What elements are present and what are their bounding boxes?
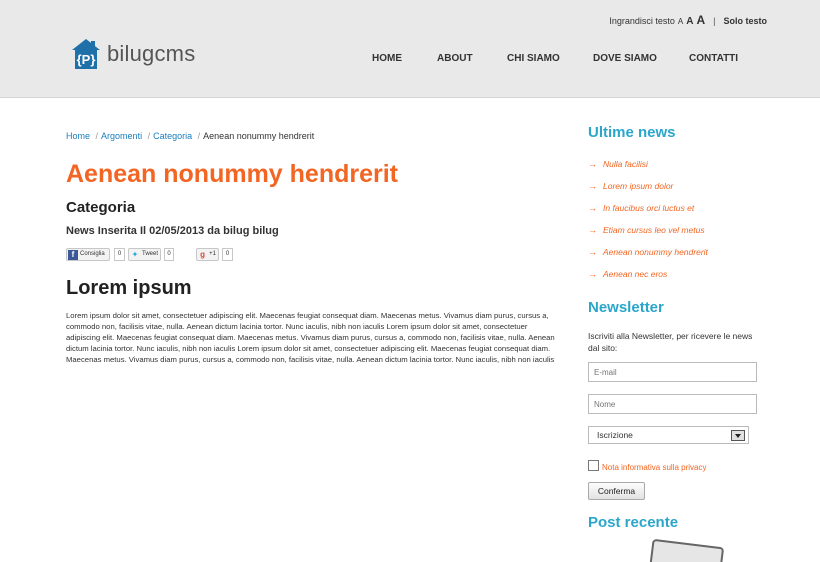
tweet-button[interactable]: ✦ Tweet xyxy=(128,248,161,261)
text-size-medium-button[interactable]: A xyxy=(686,16,693,27)
arrow-right-icon: → xyxy=(588,247,597,257)
breadcrumb-separator: / xyxy=(95,131,99,141)
article-meta: News Inserita Il 02/05/2013 da bilug bil… xyxy=(66,225,279,237)
news-item-label[interactable]: Nulla facilisi xyxy=(603,159,648,169)
privacy-checkbox[interactable] xyxy=(588,460,599,471)
site-header: Ingrandisci testo A A A | Solo testo {P}… xyxy=(0,0,820,98)
text-size-small-button[interactable]: A xyxy=(678,17,683,26)
text-size-large-button[interactable]: A xyxy=(696,13,705,27)
facebook-like-label: Consiglia xyxy=(80,251,105,257)
latest-news-list: → Nulla facilisi → Lorem ipsum dolor → In f… xyxy=(588,153,708,285)
article-title: Aenean nonummy hendrerit xyxy=(66,160,398,188)
breadcrumb-argomenti[interactable]: Argomenti xyxy=(101,131,142,141)
nav-about[interactable]: ABOUT xyxy=(437,53,473,64)
news-item-label[interactable]: Aenean nonummy hendrerit xyxy=(603,247,708,257)
arrow-right-icon: → xyxy=(588,181,597,191)
news-item-label[interactable]: Aenean nec eros xyxy=(603,269,667,279)
breadcrumb-current: Aenean nonummy hendrerit xyxy=(203,131,315,141)
nav-contatti[interactable]: CONTATTI xyxy=(689,53,738,64)
text-only-link[interactable]: Solo testo xyxy=(723,16,767,26)
newsletter-description: Iscriviti alla Newsletter, per ricevere … xyxy=(588,331,753,353)
recent-post-thumbnail[interactable] xyxy=(647,538,725,562)
nav-home[interactable]: HOME xyxy=(372,53,402,64)
arrow-right-icon: → xyxy=(588,269,597,279)
facebook-like-button[interactable]: f Consiglia xyxy=(66,248,110,261)
news-item[interactable]: → Aenean nec eros xyxy=(588,263,708,285)
house-logo-icon: {P} xyxy=(72,39,100,69)
confirm-button[interactable]: Conferma xyxy=(588,482,645,500)
google-plus-label: +1 xyxy=(209,251,216,257)
privacy-link[interactable]: Nota informativa sulla privacy xyxy=(602,463,706,472)
logo-text: bilugcms xyxy=(107,41,196,66)
subscription-select[interactable]: Iscrizione xyxy=(588,426,749,444)
logo-letter: P xyxy=(82,52,91,67)
name-field[interactable] xyxy=(588,394,757,414)
google-plus-button[interactable]: g +1 xyxy=(196,248,219,261)
nav-chi-siamo[interactable]: CHI SIAMO xyxy=(507,53,560,64)
article-body: Lorem ipsum dolor sit amet, consectetuer… xyxy=(66,311,555,365)
news-item-label[interactable]: Lorem ipsum dolor xyxy=(603,181,673,191)
nav-dove-siamo[interactable]: DOVE SIAMO xyxy=(593,53,657,64)
news-item[interactable]: → Lorem ipsum dolor xyxy=(588,175,708,197)
news-item-label[interactable]: Etiam cursus leo vel metus xyxy=(603,225,705,235)
recent-post-heading: Post recente xyxy=(588,514,679,531)
tweet-label: Tweet xyxy=(141,251,158,257)
news-item-label[interactable]: In faucibus orci luctus et xyxy=(603,203,694,213)
breadcrumb-separator: / xyxy=(147,131,151,141)
arrow-right-icon: → xyxy=(588,225,597,235)
svg-text:{P}: {P} xyxy=(77,52,96,67)
arrow-right-icon: → xyxy=(588,159,597,169)
facebook-count: 0 xyxy=(114,248,125,261)
subscription-select-value: Iscrizione xyxy=(597,430,633,440)
google-plus-count: 0 xyxy=(222,248,233,261)
tweet-count: 0 xyxy=(164,248,174,261)
news-item[interactable]: → Nulla facilisi xyxy=(588,153,708,175)
google-plus-icon: g xyxy=(200,249,206,259)
text-size-label: Ingrandisci testo xyxy=(609,16,675,26)
topbar-separator: | xyxy=(713,16,716,26)
breadcrumb: Home / Argomenti / Categoria / Aenean nonum… xyxy=(66,131,314,141)
latest-news-heading: Ultime news xyxy=(588,124,676,141)
article-category: Categoria xyxy=(66,199,136,216)
breadcrumb-categoria[interactable]: Categoria xyxy=(153,131,192,141)
breadcrumb-home[interactable]: Home xyxy=(66,131,90,141)
email-field[interactable] xyxy=(588,362,757,382)
twitter-bird-icon: ✦ xyxy=(131,250,139,259)
accessibility-bar: Ingrandisci testo A A A | Solo testo xyxy=(609,13,767,27)
newsletter-heading: Newsletter xyxy=(588,299,664,316)
breadcrumb-separator: / xyxy=(197,131,201,141)
news-item[interactable]: → In faucibus orci luctus et xyxy=(588,197,708,219)
article-subtitle: Lorem ipsum xyxy=(66,277,192,299)
news-item[interactable]: → Aenean nonummy hendrerit xyxy=(588,241,708,263)
news-item[interactable]: → Etiam cursus leo vel metus xyxy=(588,219,708,241)
site-logo[interactable]: {P} bilugcms xyxy=(71,38,195,70)
arrow-right-icon: → xyxy=(588,203,597,213)
facebook-icon: f xyxy=(68,249,78,260)
chevron-down-icon[interactable] xyxy=(731,430,745,441)
